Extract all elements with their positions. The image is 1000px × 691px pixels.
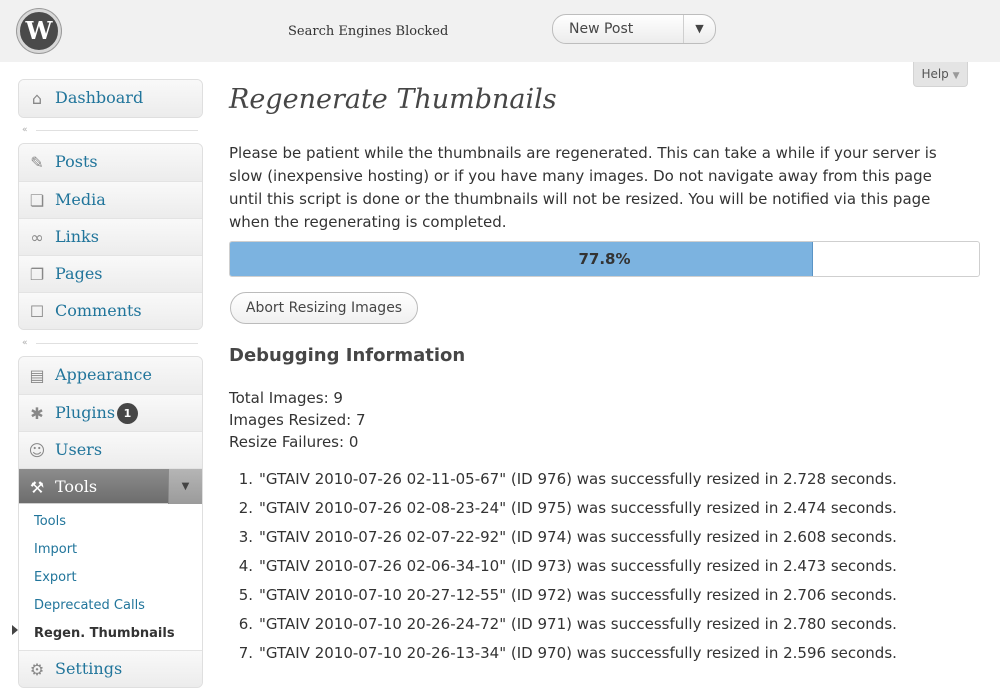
list-item-number: 5.	[238, 586, 253, 604]
list-item-text: "GTAIV 2010-07-26 02-11-05-67" (ID 976) …	[259, 470, 897, 488]
list-item-text: "GTAIV 2010-07-10 20-27-12-55" (ID 972) …	[259, 586, 897, 604]
submenu-item-import[interactable]: Import	[19, 536, 202, 564]
collapse-arrow-icon: «	[22, 338, 28, 348]
list-item-number: 2.	[238, 499, 253, 517]
submenu-item-regen-thumbnails[interactable]: Regen. Thumbnails	[19, 620, 202, 648]
wordpress-logo-icon[interactable]: W	[17, 9, 61, 53]
menu-group-dashboard: ⌂ Dashboard	[18, 79, 203, 118]
menu-group-content: ✎ Posts ❏ Media ∞ Links ❐ Pages ☐ Commen…	[18, 143, 203, 330]
users-icon: ☺	[28, 441, 46, 460]
chevron-down-icon[interactable]: ▼	[683, 15, 715, 43]
list-item-number: 4.	[238, 557, 253, 575]
pin-icon: ✎	[30, 153, 44, 172]
settings-icon: ⚙	[29, 660, 45, 679]
list-item-text: "GTAIV 2010-07-10 20-26-13-34" (ID 970) …	[259, 644, 897, 662]
new-post-link[interactable]: New Post	[569, 21, 633, 37]
resize-results-list: 1. "GTAIV 2010-07-26 02-11-05-67" (ID 976…	[229, 468, 989, 671]
collapse-arrow-icon: «	[22, 125, 28, 135]
comment-icon: ☐	[29, 302, 45, 321]
submenu-item-tools[interactable]: Tools	[19, 508, 202, 536]
sidebar-item-users[interactable]: ☺ Users	[19, 431, 202, 468]
sidebar-item-tools[interactable]: ⚒ Tools ▼	[19, 468, 202, 504]
help-label: Help	[921, 67, 949, 81]
link-icon: ∞	[30, 228, 44, 247]
admin-header: W Search Engines Blocked New Post ▼	[0, 0, 1000, 62]
sidebar-item-label: Media	[55, 190, 106, 209]
site-visibility-status: Search Engines Blocked	[288, 24, 449, 39]
sidebar-item-label: Plugins	[55, 403, 116, 422]
media-icon: ❏	[29, 191, 45, 210]
sidebar-item-label: Dashboard	[55, 88, 144, 107]
abort-resizing-button[interactable]: Abort Resizing Images	[230, 292, 418, 324]
list-item-number: 1.	[238, 470, 253, 488]
sidebar-item-label: Appearance	[55, 365, 152, 384]
page-title: Regenerate Thumbnails	[229, 84, 557, 115]
list-item: 4. "GTAIV 2010-07-26 02-06-34-10" (ID 973…	[229, 555, 989, 584]
update-count-badge: 1	[117, 403, 138, 424]
list-item-number: 6.	[238, 615, 253, 633]
submenu-item-deprecated-calls[interactable]: Deprecated Calls	[19, 592, 202, 620]
debug-section-title: Debugging Information	[229, 345, 466, 366]
sidebar-item-label: Users	[55, 440, 103, 459]
progress-percent-label: 77.8%	[578, 250, 631, 268]
progress-bar: 77.8%	[229, 241, 980, 277]
tools-submenu: Tools Import Export Deprecated Calls Reg…	[19, 503, 202, 650]
sidebar-item-media[interactable]: ❏ Media	[19, 181, 202, 218]
pages-icon: ❐	[29, 265, 45, 284]
sidebar-item-links[interactable]: ∞ Links	[19, 218, 202, 255]
list-item-text: "GTAIV 2010-07-26 02-07-22-92" (ID 974) …	[259, 528, 897, 546]
sidebar-item-posts[interactable]: ✎ Posts	[19, 144, 202, 181]
dashboard-icon: ⌂	[31, 89, 43, 108]
sidebar-item-comments[interactable]: ☐ Comments	[19, 292, 202, 329]
help-tab[interactable]: Help ▼	[913, 62, 968, 87]
tools-icon: ⚒	[29, 478, 45, 497]
sidebar-item-settings[interactable]: ⚙ Settings	[19, 650, 202, 687]
intro-paragraph: Please be patient while the thumbnails a…	[229, 144, 937, 231]
list-item: 5. "GTAIV 2010-07-10 20-27-12-55" (ID 972…	[229, 584, 989, 613]
list-item: 1. "GTAIV 2010-07-26 02-11-05-67" (ID 976…	[229, 468, 989, 497]
sidebar-item-pages[interactable]: ❐ Pages	[19, 255, 202, 292]
stat-total-images: Total Images: 9	[229, 389, 343, 407]
list-item: 7. "GTAIV 2010-07-10 20-26-13-34" (ID 970…	[229, 642, 989, 671]
appearance-icon: ▤	[29, 366, 45, 385]
list-item-text: "GTAIV 2010-07-26 02-08-23-24" (ID 975) …	[259, 499, 897, 517]
sidebar-item-label: Settings	[55, 659, 123, 678]
list-item-number: 3.	[238, 528, 253, 546]
menu-separator[interactable]: «	[22, 125, 198, 135]
list-item: 2. "GTAIV 2010-07-26 02-08-23-24" (ID 975…	[229, 497, 989, 526]
stat-images-resized: Images Resized: 7	[229, 411, 366, 429]
sidebar-item-label: Tools	[55, 477, 98, 496]
sidebar-item-appearance[interactable]: ▤ Appearance	[19, 357, 202, 394]
sidebar-item-label: Links	[55, 227, 99, 246]
menu-group-admin: ▤ Appearance ✱ Plugins 1 ☺ Users ⚒ Tools…	[18, 356, 203, 688]
sidebar-item-label: Pages	[55, 264, 103, 283]
list-item-number: 7.	[238, 644, 253, 662]
current-page-indicator-icon	[12, 625, 18, 635]
sidebar-item-label: Posts	[55, 152, 98, 171]
chevron-down-icon[interactable]: ▼	[168, 469, 202, 504]
list-item-text: "GTAIV 2010-07-26 02-06-34-10" (ID 973) …	[259, 557, 897, 575]
sidebar-item-dashboard[interactable]: ⌂ Dashboard	[19, 80, 202, 117]
list-item-text: "GTAIV 2010-07-10 20-26-24-72" (ID 971) …	[259, 615, 897, 633]
plugin-icon: ✱	[30, 404, 44, 423]
sidebar-item-plugins[interactable]: ✱ Plugins 1	[19, 394, 202, 431]
list-item: 3. "GTAIV 2010-07-26 02-07-22-92" (ID 974…	[229, 526, 989, 555]
list-item: 6. "GTAIV 2010-07-10 20-26-24-72" (ID 971…	[229, 613, 989, 642]
favorite-actions-dropdown[interactable]: New Post ▼	[552, 14, 716, 44]
stat-resize-failures: Resize Failures: 0	[229, 433, 359, 451]
menu-separator[interactable]: «	[22, 338, 198, 348]
chevron-down-icon: ▼	[952, 71, 960, 81]
submenu-item-export[interactable]: Export	[19, 564, 202, 592]
sidebar-item-label: Comments	[55, 301, 142, 320]
